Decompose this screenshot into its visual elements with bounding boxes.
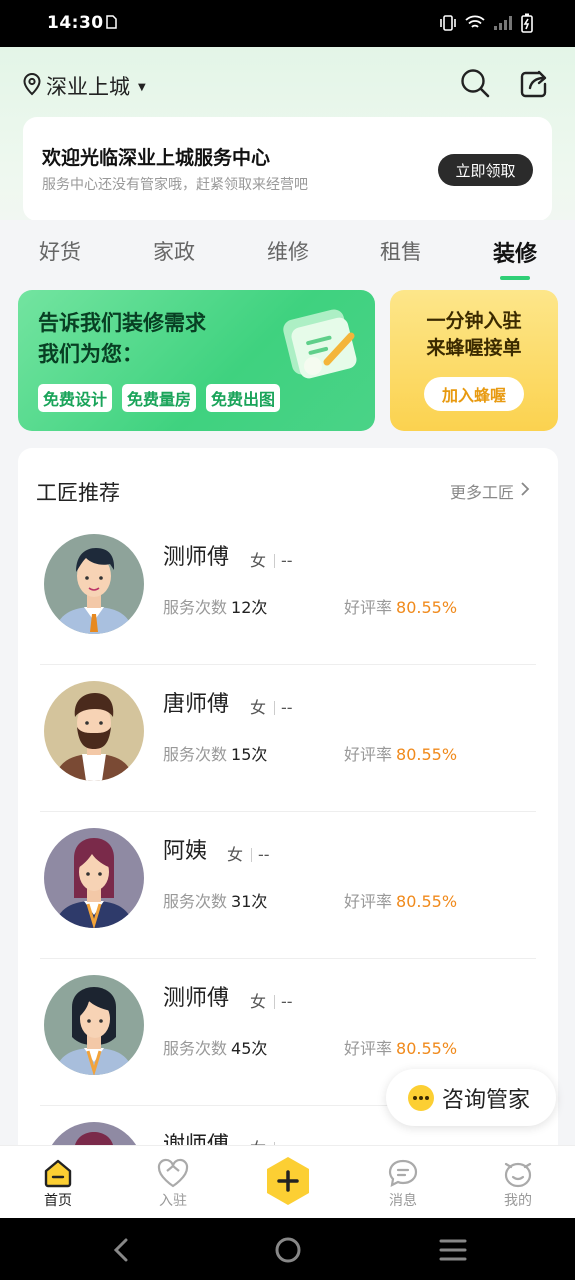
rating: 好评率 80.55% (344, 598, 458, 617)
craftsman-row[interactable]: 唐师傅 女 -- 服务次数 15次 好评率 80.55% (40, 665, 536, 812)
avatar (44, 681, 144, 781)
renovation-request-banner[interactable]: 告诉我们装修需求 我们为您： 免费设计 免费量房 免费出图 (18, 290, 375, 431)
message-icon (363, 1156, 443, 1190)
rating: 好评率 80.55% (344, 1039, 458, 1058)
banner-headline: 告诉我们装修需求 我们为您： (38, 311, 206, 366)
craftsman-gender: 女-- (250, 1135, 293, 1145)
craftsman-name: 谢师傅 (163, 1127, 229, 1145)
nav-profile[interactable]: 我的 (478, 1156, 558, 1210)
back-icon[interactable] (111, 1237, 131, 1267)
craftsman-name: 测师傅 (163, 986, 230, 1011)
bottom-navigation: 首页 入驻 消息 我的 (0, 1145, 575, 1218)
tab-repair[interactable]: 维修 (248, 236, 328, 266)
active-tab-indicator (500, 276, 530, 280)
avatar (44, 534, 144, 634)
recent-apps-icon[interactable] (439, 1238, 467, 1266)
tab-housekeeping[interactable]: 家政 (134, 236, 214, 266)
nav-join[interactable]: 入驻 (133, 1156, 213, 1210)
craftsman-row[interactable]: 阿姨 女 -- 服务次数 31次 好评率 80.55% (40, 812, 536, 959)
service-count: 服务次数 15次 (163, 745, 268, 764)
home-icon (18, 1156, 98, 1190)
craftsman-name: 阿姨 (163, 839, 208, 864)
status-icons (439, 13, 533, 37)
craftsman-gender: 女-- (250, 551, 293, 570)
craftsman-gender: 女-- (250, 698, 293, 717)
service-count: 服务次数 45次 (163, 1039, 268, 1058)
join-banner[interactable]: 一分钟入驻 来蜂喔接单 加入蜂喔 (390, 290, 558, 431)
craftsman-row[interactable]: 测师傅 女 -- 服务次数 12次 好评率 80.55% (40, 518, 536, 665)
signal-icon (493, 15, 513, 35)
more-craftsmen-link[interactable]: 更多工匠 (450, 479, 530, 503)
wifi-icon (465, 15, 485, 35)
join-button[interactable]: 加入蜂喔 (424, 377, 524, 411)
service-count: 服务次数 12次 (163, 598, 268, 617)
location-selector[interactable]: 深业上城 ▼ (22, 71, 146, 101)
header-actions (459, 67, 549, 103)
location-pin-icon (22, 72, 42, 101)
tab-goods[interactable]: 好货 (20, 236, 100, 266)
location-name: 深业上城 (46, 75, 130, 99)
service-count: 服务次数 31次 (163, 892, 268, 911)
craftsman-gender: 女-- (227, 845, 270, 864)
notice-subtitle: 服务中心还没有管家哦，赶紧领取来经营吧 (42, 177, 308, 193)
chip-free-design: 免费设计 (38, 384, 113, 412)
profile-icon (478, 1156, 558, 1190)
nav-messages[interactable]: 消息 (363, 1156, 443, 1210)
dropdown-caret-icon: ▼ (138, 81, 146, 93)
chat-bubble-icon (408, 1084, 434, 1111)
craftsman-name: 唐师傅 (163, 692, 230, 717)
app-content: 深业上城 ▼ 欢迎光临深业上城服务中心 服务中心还没有管家哦，赶紧领取来经营吧 … (0, 47, 575, 1145)
craftsman-name: 测师傅 (163, 545, 230, 570)
consult-butler-button[interactable]: 咨询管家 (386, 1069, 556, 1126)
share-icon[interactable] (517, 67, 549, 103)
nav-home[interactable]: 首页 (18, 1156, 98, 1210)
plus-icon (267, 1157, 309, 1205)
design-plan-icon (273, 300, 368, 394)
avatar (44, 975, 144, 1075)
craftsman-gender: 女-- (250, 992, 293, 1011)
craftsmen-card: 工匠推荐 更多工匠 测师傅 女 -- 服务次数 12次 好评率 80.55% 唐师傅 … (18, 448, 558, 1145)
notice-title: 欢迎光临深业上城服务中心 (42, 147, 271, 169)
status-bar: 14:30 (0, 0, 575, 47)
tab-rent-sale[interactable]: 租售 (361, 236, 441, 266)
avatar (44, 828, 144, 928)
claim-button[interactable]: 立即领取 (438, 154, 533, 186)
search-icon[interactable] (459, 67, 491, 103)
rating: 好评率 80.55% (344, 745, 458, 764)
chevron-right-icon (520, 481, 530, 501)
join-headline: 一分钟入驻 来蜂喔接单 (426, 310, 522, 359)
home-circle-icon[interactable] (274, 1236, 302, 1268)
publish-button[interactable] (262, 1155, 314, 1207)
consult-label: 咨询管家 (442, 1087, 531, 1113)
sim-icon (104, 14, 118, 33)
chip-free-measure: 免费量房 (122, 384, 197, 412)
category-tabs: 好货 家政 维修 租售 装修 (0, 220, 575, 290)
status-time: 14:30 (47, 13, 104, 33)
section-title: 工匠推荐 (36, 481, 120, 505)
service-center-notice: 欢迎光临深业上城服务中心 服务中心还没有管家哦，赶紧领取来经营吧 立即领取 (23, 117, 552, 221)
chip-free-drawing: 免费出图 (206, 384, 281, 412)
battery-charging-icon (521, 13, 533, 37)
join-icon (133, 1156, 213, 1190)
free-services: 免费设计 免费量房 免费出图 (38, 384, 281, 412)
rating: 好评率 80.55% (344, 892, 458, 911)
vibrate-icon (439, 15, 457, 35)
avatar (44, 1122, 144, 1145)
system-navigation-bar (0, 1218, 575, 1280)
tab-renovation[interactable]: 装修 (475, 236, 555, 268)
